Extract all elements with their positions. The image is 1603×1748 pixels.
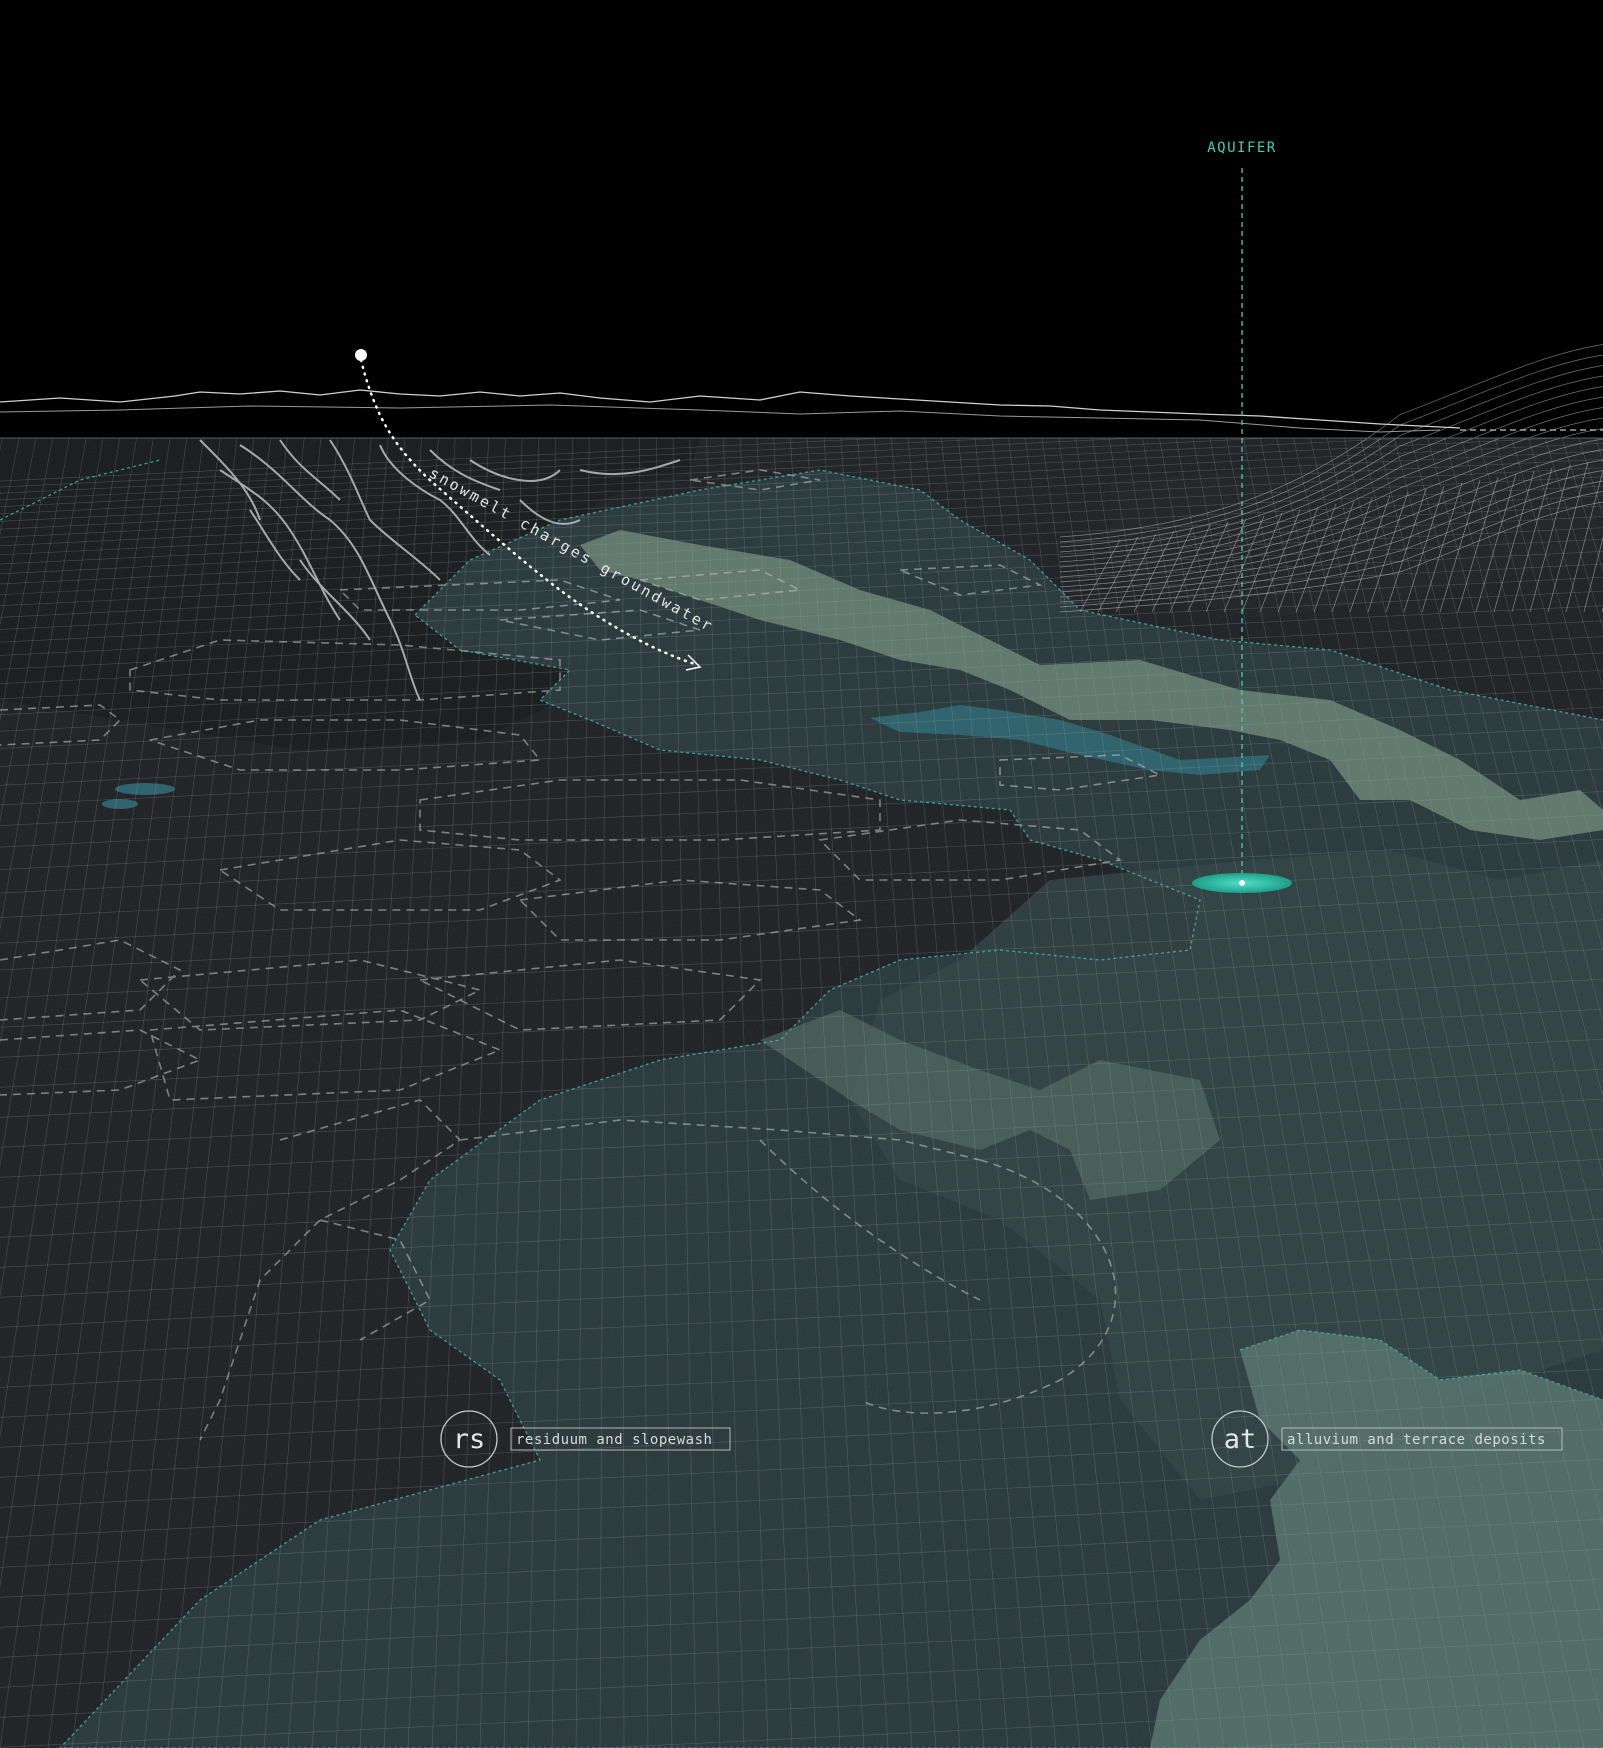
geology-terrain-map: snowmelt charges groundwater AQUIFER rs … <box>0 0 1603 1748</box>
legend-rs-code: rs <box>453 1424 486 1455</box>
legend-at-code: at <box>1224 1424 1257 1455</box>
aquifer-well-point <box>1239 880 1245 886</box>
terrain-texture <box>0 438 1603 1748</box>
aquifer-label: AQUIFER <box>1207 140 1277 156</box>
legend-rs-description: residuum and slopewash <box>516 1432 712 1448</box>
night-sky <box>0 0 1603 440</box>
legend-at-description: alluvium and terrace deposits <box>1287 1432 1546 1448</box>
